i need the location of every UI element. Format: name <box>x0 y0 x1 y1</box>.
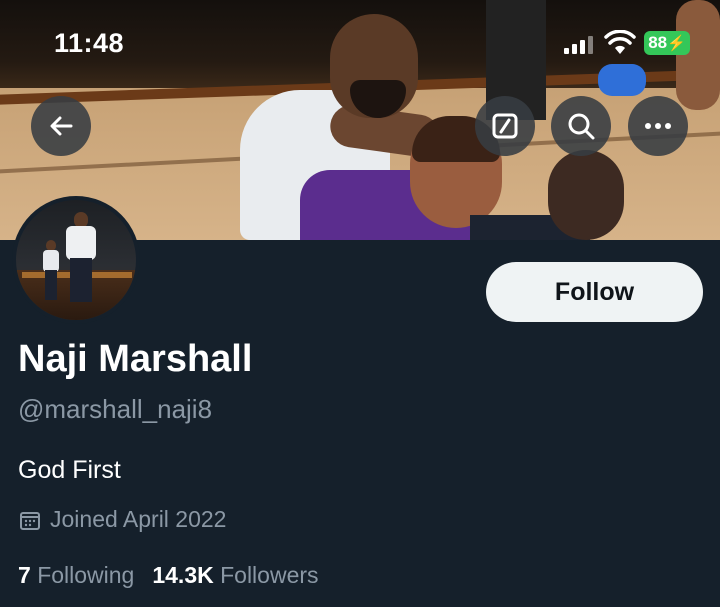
edit-square-icon <box>492 113 518 139</box>
battery-level: 88 <box>648 33 668 52</box>
more-options-button[interactable] <box>628 96 688 156</box>
followers-label: Followers <box>220 562 319 588</box>
arrow-left-icon <box>50 116 73 136</box>
profile-bio: God First <box>18 456 121 484</box>
profile-stats: 7 Following 14.3K Followers <box>18 562 319 589</box>
following-label: Following <box>37 562 135 588</box>
following-link[interactable]: 7 Following <box>18 562 134 589</box>
more-horizontal-icon <box>645 123 671 129</box>
cellular-signal-icon <box>564 36 594 54</box>
joined-date: Joined April 2022 <box>18 506 226 533</box>
followers-count: 14.3K <box>152 562 214 588</box>
charging-icon: ⚡ <box>667 35 686 52</box>
followers-link[interactable]: 14.3K Followers <box>152 562 318 589</box>
wifi-icon <box>604 29 636 56</box>
following-count: 7 <box>18 562 31 588</box>
compose-button[interactable] <box>475 96 535 156</box>
banner-shoe <box>598 64 646 96</box>
avatar[interactable] <box>12 196 140 324</box>
banner-arm <box>676 0 720 110</box>
status-time: 11:48 <box>54 28 125 58</box>
banner-referee-head <box>548 150 624 240</box>
battery-indicator: 88 ⚡ <box>644 31 690 55</box>
joined-label: Joined April 2022 <box>50 506 227 532</box>
profile-name: Naji Marshall <box>18 338 253 380</box>
follow-button[interactable]: Follow <box>486 262 703 322</box>
profile-handle: @marshall_naji8 <box>18 394 213 424</box>
back-button[interactable] <box>31 96 91 156</box>
search-icon <box>568 113 595 140</box>
calendar-icon <box>20 511 40 530</box>
avatar-image <box>16 200 136 320</box>
search-button[interactable] <box>551 96 611 156</box>
